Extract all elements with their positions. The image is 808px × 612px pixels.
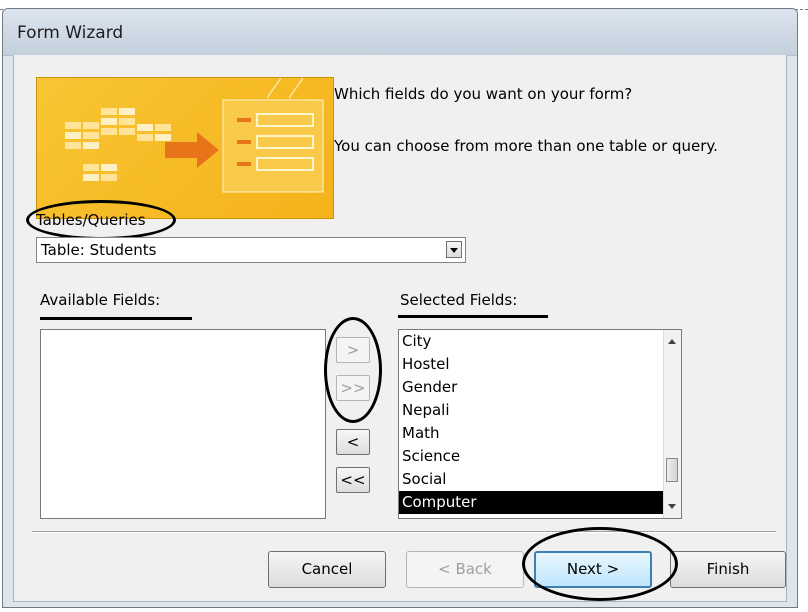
scroll-thumb[interactable] <box>666 458 678 482</box>
scroll-up-arrow-icon[interactable] <box>668 339 676 344</box>
selected-fields-scrollbar[interactable] <box>663 330 681 518</box>
selected-field-item[interactable]: Nepali <box>399 399 681 422</box>
selected-field-item[interactable]: Social <box>399 468 681 491</box>
tables-queries-value: Table: Students <box>41 241 157 259</box>
form-wizard-window: Form Wizard Which fields do you want on … <box>2 8 798 608</box>
selected-field-item[interactable]: Science <box>399 445 681 468</box>
cancel-button[interactable]: Cancel <box>268 551 386 588</box>
wizard-illustration <box>36 77 334 219</box>
title-bar: Form Wizard <box>3 9 797 56</box>
scroll-down-arrow-icon[interactable] <box>668 504 676 509</box>
next-button[interactable]: Next > <box>534 551 652 588</box>
tables-queries-dropdown[interactable]: Table: Students <box>36 237 466 263</box>
selected-field-item[interactable]: Computer <box>399 491 681 514</box>
selected-field-item[interactable]: Hostel <box>399 353 681 376</box>
selected-field-item[interactable]: City <box>399 330 681 353</box>
window-title: Form Wizard <box>17 23 124 43</box>
add-field-button[interactable]: > <box>336 337 370 363</box>
add-all-fields-button[interactable]: >> <box>336 375 370 401</box>
chevron-down-icon[interactable] <box>446 241 462 258</box>
selected-fields-items: City Hostel Gender Nepali Math Science Social C… <box>399 330 681 514</box>
selected-fields-label: Selected Fields: <box>400 291 518 309</box>
available-fields-underline <box>40 317 192 320</box>
available-fields-label: Available Fields: <box>40 291 161 309</box>
footer-separator <box>32 531 776 533</box>
wizard-question: Which fields do you want on your form? <box>334 85 633 103</box>
wizard-instruction: You can choose from more than one table … <box>334 137 718 155</box>
available-fields-list[interactable] <box>40 329 326 519</box>
highlight-ellipse-add-buttons <box>324 317 382 423</box>
remove-all-fields-button[interactable]: << <box>336 467 370 493</box>
tables-queries-label: Tables/Queries <box>36 211 146 229</box>
selected-fields-list[interactable]: City Hostel Gender Nepali Math Science Social C… <box>398 329 682 519</box>
finish-button[interactable]: Finish <box>670 551 786 588</box>
back-button[interactable]: < Back <box>406 551 524 588</box>
selected-field-item[interactable]: Math <box>399 422 681 445</box>
remove-field-button[interactable]: < <box>336 429 370 455</box>
selected-fields-underline <box>398 315 548 318</box>
selected-field-item[interactable]: Gender <box>399 376 681 399</box>
table-to-form-illustration-icon <box>65 78 324 193</box>
wizard-client-area: Which fields do you want on your form? Y… <box>13 55 787 602</box>
